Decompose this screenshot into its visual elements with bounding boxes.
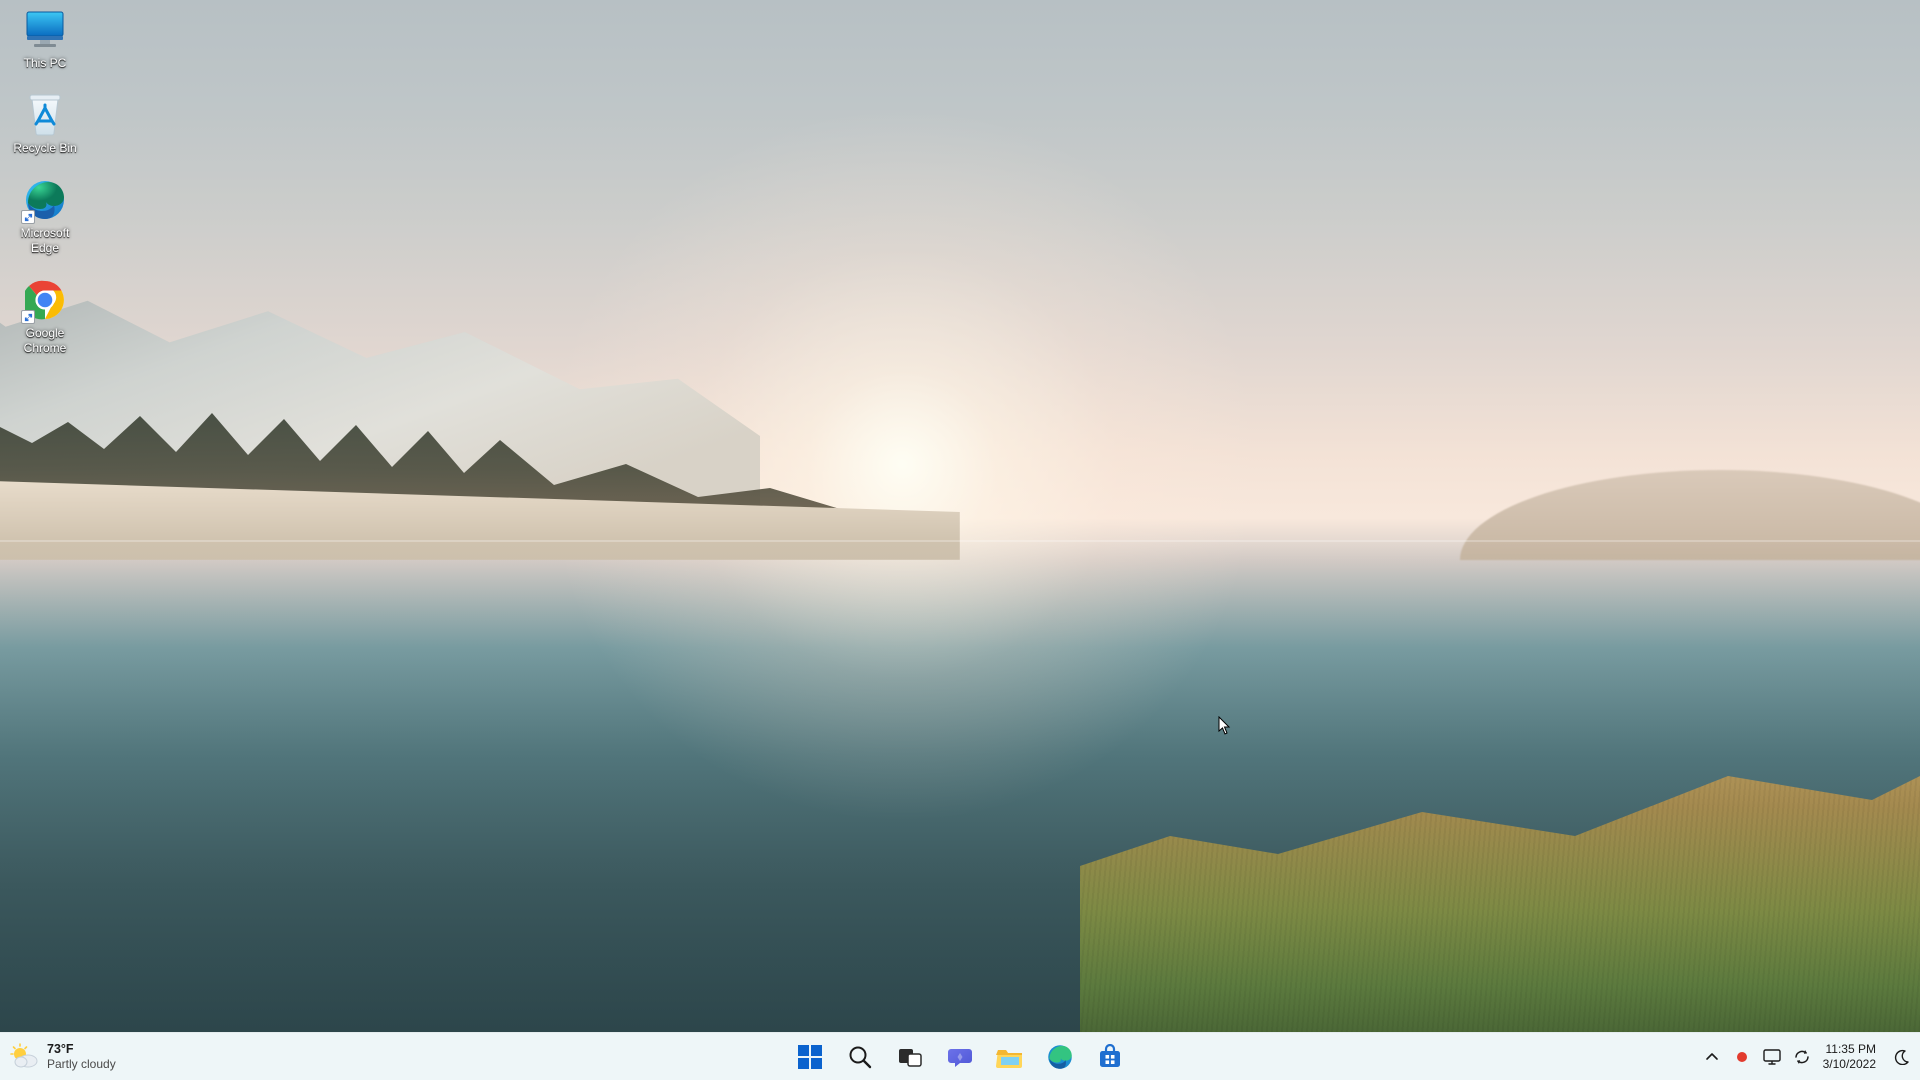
onedrive-sync-tray[interactable] (1793, 1048, 1811, 1066)
record-icon (1736, 1051, 1748, 1063)
desktop-icon-edge[interactable]: MicrosoftEdge (6, 178, 84, 256)
weather-partly-cloudy-icon (10, 1043, 38, 1071)
desktop-icon-this-pc[interactable]: This PC (6, 8, 84, 71)
display-icon (1763, 1049, 1781, 1065)
task-view-button[interactable] (888, 1035, 932, 1079)
store-icon (1097, 1044, 1123, 1070)
weather-widget[interactable]: 73°F Partly cloudy (10, 1033, 116, 1080)
file-explorer-button[interactable] (988, 1035, 1032, 1079)
desktop-icon-recycle-bin[interactable]: Recycle Bin (6, 93, 84, 156)
sync-icon (1793, 1048, 1811, 1066)
desktop-icon-label: GoogleChrome (24, 326, 67, 356)
chrome-icon (23, 278, 67, 322)
taskbar-center (788, 1035, 1132, 1079)
weather-temp: 73°F (47, 1042, 116, 1057)
desktop-wallpaper (0, 0, 1920, 1080)
recording-indicator[interactable] (1733, 1048, 1751, 1066)
windows-logo-icon (797, 1044, 823, 1070)
desktop-icon-chrome[interactable]: GoogleChrome (6, 278, 84, 356)
edge-button[interactable] (1038, 1035, 1082, 1079)
focus-assist-button[interactable] (1892, 1047, 1912, 1067)
this-pc-icon (23, 8, 67, 52)
desktop-icon-label: This PC (24, 56, 67, 71)
taskbar: 73°F Partly cloudy (0, 1032, 1920, 1080)
chat-icon (947, 1044, 973, 1070)
desktop-icons: This PC Recycle Bin (6, 8, 84, 356)
shortcut-arrow-icon (21, 210, 35, 224)
edge-icon (1047, 1044, 1073, 1070)
chat-button[interactable] (938, 1035, 982, 1079)
system-tray: 11:35 PM 3/10/2022 (1703, 1033, 1912, 1080)
desktop-icon-label: Recycle Bin (13, 141, 76, 156)
clock-time: 11:35 PM (1823, 1042, 1876, 1057)
microsoft-store-button[interactable] (1088, 1035, 1132, 1079)
moon-icon (1894, 1049, 1910, 1065)
task-view-icon (897, 1044, 923, 1070)
desktop-icon-label: MicrosoftEdge (21, 226, 70, 256)
show-hidden-icons-button[interactable] (1703, 1048, 1721, 1066)
start-button[interactable] (788, 1035, 832, 1079)
taskbar-clock[interactable]: 11:35 PM 3/10/2022 (1823, 1042, 1876, 1072)
recycle-bin-icon (23, 93, 67, 137)
search-icon (847, 1044, 873, 1070)
edge-icon (23, 178, 67, 222)
chevron-up-icon (1705, 1050, 1719, 1064)
shortcut-arrow-icon (21, 310, 35, 324)
weather-text: 73°F Partly cloudy (47, 1042, 116, 1072)
search-button[interactable] (838, 1035, 882, 1079)
clock-date: 3/10/2022 (1823, 1057, 1876, 1072)
display-settings-tray[interactable] (1763, 1048, 1781, 1066)
folder-icon (996, 1044, 1024, 1070)
weather-desc: Partly cloudy (47, 1057, 116, 1072)
